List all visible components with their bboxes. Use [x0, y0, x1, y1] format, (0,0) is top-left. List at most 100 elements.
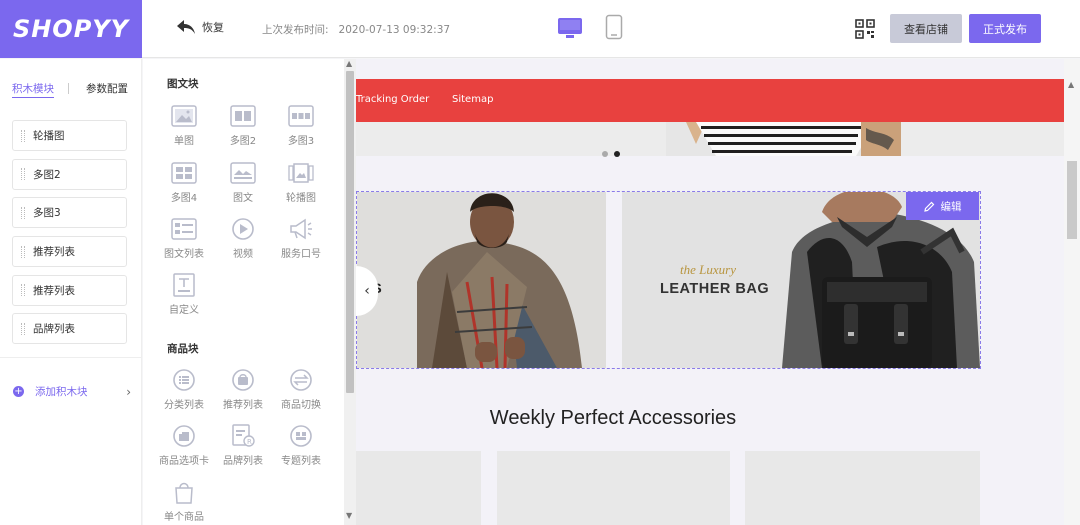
undo-icon: [177, 20, 195, 34]
drag-handle-icon[interactable]: [21, 206, 25, 219]
banner2-title: LEATHER BAG: [660, 281, 770, 297]
component-label: 视频: [233, 249, 253, 260]
scroll-thumb[interactable]: [346, 71, 354, 393]
desktop-view-icon[interactable]: [557, 16, 583, 40]
component-label: 推荐列表: [223, 400, 263, 411]
section-heading: Weekly Perfect Accessories: [489, 407, 737, 429]
custom-text-icon: [173, 273, 195, 297]
scroll-thumb[interactable]: [1067, 161, 1077, 239]
component-label: 商品切换: [281, 400, 321, 411]
component-image-text[interactable]: 图文: [213, 161, 273, 204]
list-icon: [171, 218, 197, 240]
chevron-left-icon: ‹: [364, 283, 370, 299]
chevron-right-icon: ›: [126, 384, 131, 399]
four-grid-icon: [171, 162, 197, 184]
hero-image: [356, 122, 1064, 156]
block-item[interactable]: 品牌列表: [12, 313, 127, 345]
component-topic-list[interactable]: 专题列表: [271, 424, 331, 467]
edit-block-button[interactable]: 编辑: [906, 192, 979, 220]
carousel-icon: [288, 163, 314, 183]
add-block-button[interactable]: + 添加积木块 ›: [13, 384, 131, 399]
block-item[interactable]: 推荐列表: [12, 236, 127, 268]
component-recommend-list[interactable]: 推荐列表: [213, 368, 273, 411]
drag-handle-icon[interactable]: [21, 284, 25, 297]
component-product-switch[interactable]: 商品切换: [271, 368, 331, 411]
banner-image-shawl[interactable]: ES: [357, 192, 606, 368]
component-label: 商品选项卡: [159, 456, 209, 467]
mobile-view-icon[interactable]: [605, 14, 623, 40]
pencil-icon: [923, 201, 934, 212]
block-item[interactable]: 多图3: [12, 197, 127, 229]
component-label: 多图2: [229, 136, 257, 147]
component-single-product[interactable]: 单个商品: [154, 480, 214, 523]
undo-button[interactable]: 恢复: [176, 18, 224, 36]
product-card-placeholder[interactable]: [745, 451, 980, 525]
block-item[interactable]: 推荐列表: [12, 274, 127, 306]
edit-label: 编辑: [940, 200, 962, 213]
component-panel-scrollbar[interactable]: ▲ ▼: [344, 59, 356, 525]
preview-scrollbar[interactable]: ▲: [1064, 59, 1080, 525]
view-store-button[interactable]: 查看店铺: [890, 14, 962, 43]
block-label: 多图2: [33, 168, 61, 181]
switch-arrows-icon: [290, 369, 312, 391]
single-product-bag-icon: [175, 482, 193, 504]
product-card-placeholder[interactable]: [356, 451, 481, 525]
store-nav-bar: Tracking Order Sitemap: [356, 79, 1064, 122]
component-product-tabs[interactable]: 商品选项卡: [154, 424, 214, 467]
undo-label: 恢复: [202, 21, 224, 34]
component-custom[interactable]: 自定义: [154, 273, 214, 316]
divider: [0, 357, 142, 358]
scroll-up-icon[interactable]: ▲: [1068, 80, 1074, 89]
block-label: 多图3: [33, 207, 61, 220]
scroll-up-icon[interactable]: ▲: [346, 59, 352, 68]
tab-blocks[interactable]: 积木模块: [12, 81, 54, 98]
last-publish-label: 上次发布时间:: [262, 24, 329, 36]
drag-handle-icon[interactable]: [21, 168, 25, 181]
component-brand-list[interactable]: R 品牌列表: [213, 424, 273, 467]
carousel-dot-active[interactable]: [614, 151, 620, 157]
component-image-text-list[interactable]: 图文列表: [154, 217, 214, 260]
scroll-down-icon[interactable]: ▼: [346, 511, 352, 520]
play-icon: [232, 218, 254, 240]
banner-block-selected[interactable]: ES the Luxury LEATHER BAG: [356, 191, 981, 369]
block-item[interactable]: 轮播图: [12, 120, 127, 151]
component-multi-image-3[interactable]: 多图3: [271, 104, 331, 147]
component-label: 单图: [174, 136, 194, 147]
hero-carousel[interactable]: [356, 122, 1064, 156]
block-label: 推荐列表: [33, 284, 75, 297]
carousel-dot[interactable]: [602, 151, 608, 157]
component-label: 品牌列表: [223, 456, 263, 467]
drag-handle-icon[interactable]: [21, 322, 25, 335]
component-carousel[interactable]: 轮播图: [271, 161, 331, 204]
component-service-slogan[interactable]: 服务口号: [271, 217, 331, 260]
section-title-image-text: 图文块: [167, 78, 199, 90]
publish-button[interactable]: 正式发布: [969, 14, 1041, 43]
component-multi-image-4[interactable]: 多图4: [154, 161, 214, 204]
qr-code-icon[interactable]: [855, 19, 875, 39]
drag-handle-icon[interactable]: [21, 245, 25, 258]
carousel-dots: [602, 142, 626, 161]
tab-settings[interactable]: 参数配置: [86, 81, 128, 96]
nav-link-sitemap[interactable]: Sitemap: [452, 94, 493, 105]
component-single-image[interactable]: 单图: [154, 104, 214, 147]
component-video[interactable]: 视频: [213, 217, 273, 260]
component-label: 轮播图: [286, 193, 316, 204]
two-column-icon: [230, 105, 256, 127]
single-image-icon: [171, 105, 197, 127]
tabs-icon: [173, 425, 195, 447]
nav-link-tracking-order[interactable]: Tracking Order: [356, 94, 429, 105]
component-label: 图文: [233, 193, 253, 204]
logo[interactable]: SHOPYY: [0, 0, 142, 58]
last-publish-time: 2020-07-13 09:32:37: [338, 24, 451, 36]
add-block-label: 添加积木块: [35, 386, 88, 398]
component-category-list[interactable]: 分类列表: [154, 368, 214, 411]
component-multi-image-2[interactable]: 多图2: [213, 104, 273, 147]
component-label: 多图4: [170, 193, 198, 204]
block-item[interactable]: 多图2: [12, 158, 127, 190]
product-card-placeholder[interactable]: [497, 451, 730, 525]
svg-text:R: R: [247, 438, 252, 446]
banner2-script-text: the Luxury: [680, 262, 736, 277]
shawl-model-image: [357, 192, 606, 368]
drag-handle-icon[interactable]: [21, 129, 25, 142]
left-panel: 积木模块 参数配置 轮播图 多图2 多图3 推荐列表 推荐列表 品牌列表 + 添…: [0, 59, 142, 525]
